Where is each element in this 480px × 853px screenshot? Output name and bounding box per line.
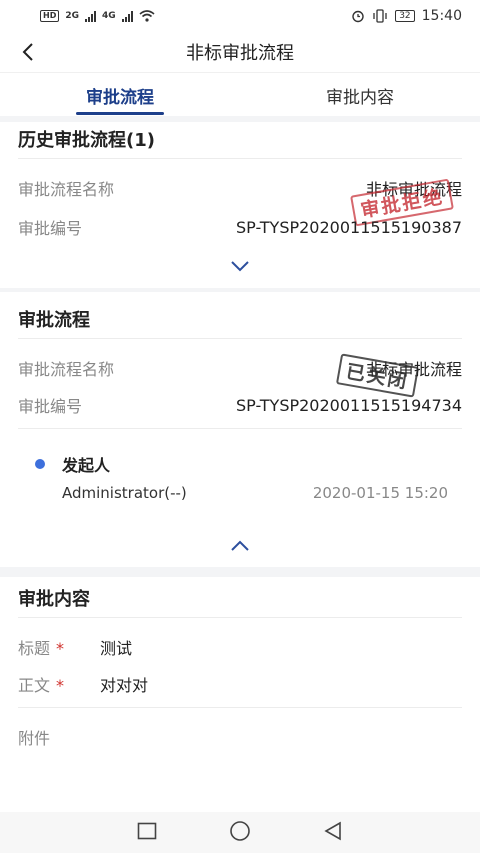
signal-icon — [85, 10, 96, 22]
tab-bar: 审批流程 审批内容 — [0, 72, 480, 117]
tab-approval-content[interactable]: 审批内容 — [240, 73, 480, 117]
tab-label: 审批流程 — [86, 87, 154, 108]
square-icon — [137, 822, 157, 839]
divider — [18, 338, 462, 339]
body-field-label: 正文 * — [18, 672, 64, 696]
label-text: 标题 — [18, 639, 51, 658]
network-4g-label: 4G — [102, 11, 116, 21]
divider — [18, 428, 462, 429]
section-gap — [0, 567, 480, 577]
network-2g-label: 2G — [65, 11, 79, 21]
back-button[interactable] — [14, 38, 42, 66]
divider — [18, 707, 462, 708]
section-gap — [0, 288, 480, 292]
back-nav-button[interactable] — [323, 821, 343, 845]
tab-approval-flow[interactable]: 审批流程 — [0, 73, 240, 117]
timeline-dot — [35, 459, 45, 469]
step-time: 2020-01-15 15:20 — [312, 484, 448, 502]
nav-bar: 非标审批流程 — [0, 32, 480, 72]
attachment-label: 附件 — [18, 729, 51, 748]
tab-label: 审批内容 — [326, 87, 394, 108]
alarm-icon — [352, 10, 364, 23]
label-text: 正文 — [18, 676, 51, 695]
title-field-label: 标题 * — [18, 635, 64, 659]
field-value: SP-TYSP2020011515190387 — [236, 217, 462, 237]
field-label: 审批编号 — [18, 397, 83, 416]
required-mark: * — [56, 639, 65, 658]
home-button[interactable] — [229, 820, 251, 846]
history-section-title: 历史审批流程(1) — [18, 130, 155, 151]
required-mark: * — [56, 676, 65, 695]
section-gap — [0, 116, 480, 122]
body-field-value: 对对对 — [100, 676, 149, 695]
collapse-button[interactable] — [226, 536, 254, 556]
content-section-title: 审批内容 — [18, 589, 90, 610]
current-section-title: 审批流程 — [18, 310, 90, 331]
field-value: SP-TYSP2020011515194734 — [236, 395, 462, 415]
current-number-row: 审批编号 SP-TYSP2020011515194734 — [18, 393, 462, 417]
history-number-row: 审批编号 SP-TYSP2020011515190387 — [18, 215, 462, 239]
divider — [18, 158, 462, 159]
title-field-value: 测试 — [100, 639, 133, 658]
hd-badge: HD — [40, 10, 60, 22]
status-right: 32 15:40 — [351, 8, 462, 24]
circle-icon — [230, 820, 250, 841]
clock-time: 15:40 — [421, 8, 462, 24]
wifi-icon — [139, 10, 155, 22]
chevron-up-icon — [231, 540, 249, 551]
recents-button[interactable] — [137, 822, 157, 844]
divider — [18, 617, 462, 618]
field-label: 审批流程名称 — [18, 360, 115, 379]
expand-button[interactable] — [226, 256, 254, 276]
step-role: 发起人 — [62, 456, 111, 475]
triangle-back-icon — [324, 821, 341, 840]
system-nav-bar — [0, 812, 480, 853]
step-user: Administrator(--) — [62, 484, 187, 502]
signal-icon-2 — [121, 10, 133, 22]
active-tab-indicator — [76, 112, 164, 115]
chevron-left-icon — [22, 43, 33, 61]
field-label: 审批编号 — [18, 219, 83, 238]
battery-icon: 32 — [395, 10, 415, 22]
chevron-down-icon — [231, 261, 249, 272]
page-title: 非标审批流程 — [186, 43, 294, 64]
vibrate-icon — [373, 9, 387, 23]
status-bar: HD 2G 4G 32 15:40 — [0, 0, 480, 32]
network-indicators: HD 2G 4G — [40, 10, 155, 22]
field-label: 审批流程名称 — [18, 180, 115, 199]
